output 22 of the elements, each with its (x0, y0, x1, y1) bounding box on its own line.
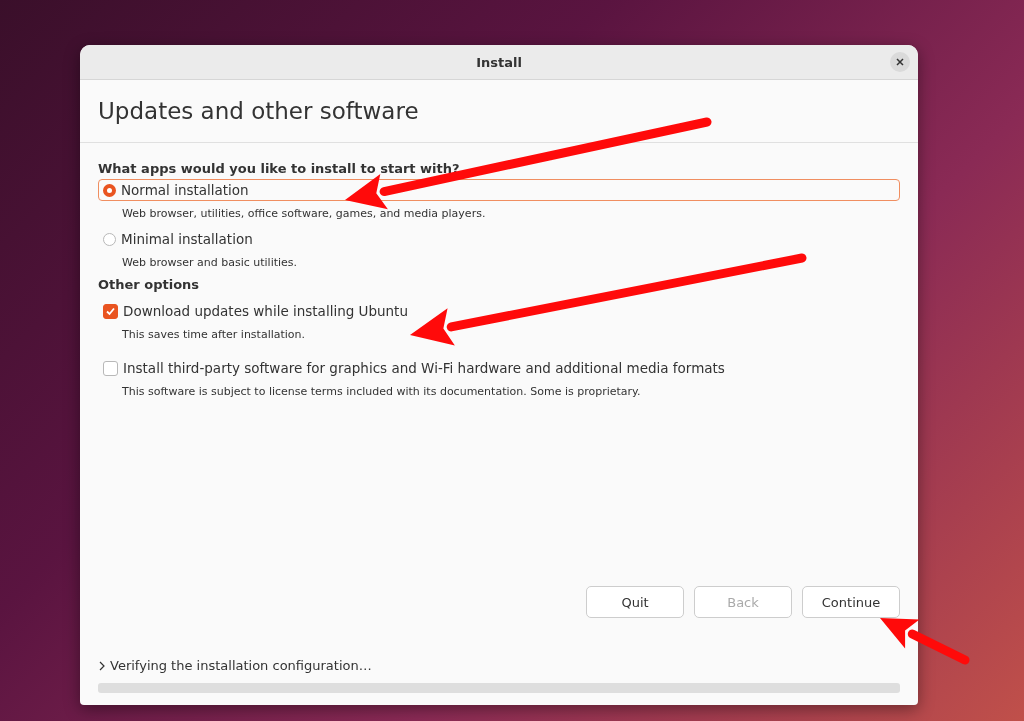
radio-icon (103, 183, 116, 197)
checkmark-icon (105, 305, 116, 317)
option-description: Web browser and basic utilities. (121, 255, 299, 271)
expander-icon[interactable] (98, 660, 106, 671)
radio-option[interactable]: Minimal installation (98, 228, 900, 250)
section-heading: What apps would you like to install to start with? (98, 161, 461, 176)
option-description: Web browser, utilities, office software, games, and media players. (121, 206, 487, 222)
checkbox-option[interactable]: Install third-party software for graphics and Wi-Fi hardware and additional media formats (98, 357, 900, 379)
checkbox[interactable] (103, 360, 118, 376)
section-heading: Other options (98, 277, 201, 292)
close-button[interactable] (890, 52, 910, 72)
option-description: This software is subject to license terms included with its documentation. Some is proprietary. (121, 384, 642, 400)
dialog-button[interactable]: Continue (802, 586, 900, 618)
window-title: Install (476, 54, 522, 70)
checkbox-option[interactable]: Download updates while installing Ubuntu (98, 300, 900, 322)
close-icon (896, 58, 904, 66)
status-text: Verifying the installation configuration… (110, 658, 372, 673)
checkbox[interactable] (103, 303, 118, 319)
page-heading: Updates and other software (80, 80, 918, 143)
option-description: This saves time after installation. (121, 327, 307, 343)
dialog-button[interactable]: Quit (586, 586, 684, 618)
radio-icon (103, 232, 116, 246)
